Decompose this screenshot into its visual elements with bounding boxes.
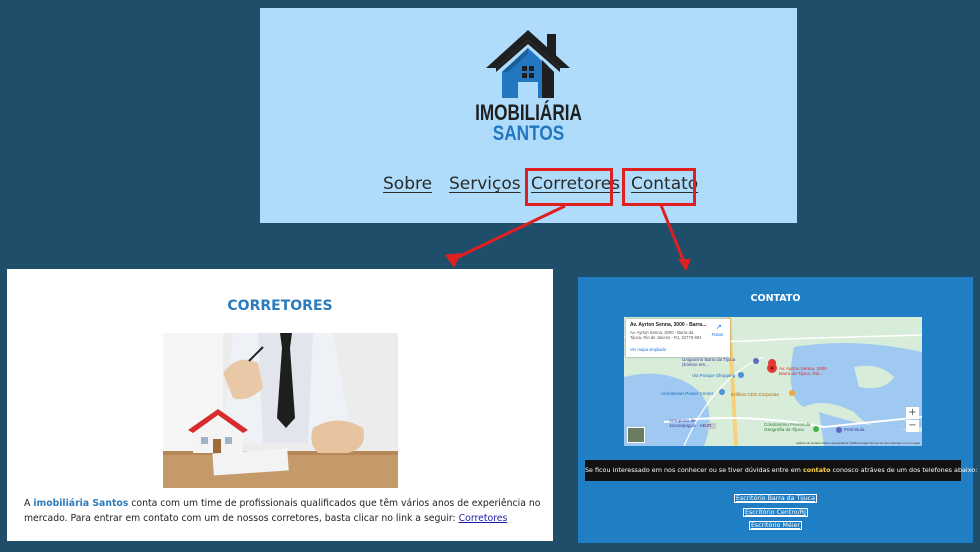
map-enlarge-link[interactable]: Ver mapa ampliado (630, 347, 666, 352)
office-link-centro[interactable]: Escritório Centro/RJ (743, 508, 808, 517)
map-card-title: Av. Ayrton Senna, 3000 - Barra... (630, 322, 707, 328)
embedded-map[interactable]: Av. Ayrton Senna, 3000 - Barra... Av. Ay… (624, 317, 922, 446)
map-label-via-parque: Via Parque Shopping (692, 373, 736, 378)
contato-title: CONTATO (750, 293, 801, 304)
office-link-row-meier: Escritório Méier (578, 521, 973, 530)
map-label-power-center: Aeroletown Power Center (661, 391, 714, 396)
map-card-address: Av. Ayrton Senna, 3000 - Barra da Tijuca… (630, 330, 702, 340)
map-satellite-toggle[interactable] (627, 427, 645, 443)
office-link-barra[interactable]: Escritório Barra da Tijuca (734, 494, 817, 503)
logo-text-santos: SANTOS (492, 122, 565, 145)
map-zoom-out-button[interactable]: − (906, 420, 919, 432)
map-label-ceo-corporate: Edifício CEO Corporate (731, 392, 779, 397)
highlight-box-corretores (525, 168, 613, 206)
map-pin-label: Av. Ayrton Senna, 3000 Barra da Tijuca, … (779, 366, 827, 376)
contato-info-bar: Se ficou interessado em nos conhecer ou … (585, 460, 977, 481)
office-link-meier[interactable]: Escritório Méier (748, 521, 803, 530)
highlight-box-contato (622, 168, 696, 206)
description-prefix: A (24, 498, 34, 509)
arrow-to-contato-head (678, 259, 691, 271)
broker-photo (163, 333, 398, 488)
corretores-description: A imobiliária Santos conta com um time d… (24, 496, 544, 526)
map-label-aeroporto: Aeroporto de Jacarepaguá - SBJR (669, 418, 712, 428)
arrow-to-corretores-head (444, 253, 461, 268)
map-label-condominio: Condomínio Península Geografia da Tijuca (764, 422, 811, 432)
map-label-peninsula: Península (844, 427, 865, 432)
contato-bar-prefix: Se ficou interessado em nos conhecer ou … (585, 466, 803, 474)
map-label-unigranrio: Unigranrio Barra da Tijuca (Ensino em... (682, 357, 736, 367)
office-link-row-centro: Escritório Centro/RJ (578, 508, 973, 517)
directions-icon[interactable]: ↗ (716, 323, 722, 331)
contato-bar-suffix: conosco atráves de um dos telefones abai… (830, 466, 978, 474)
map-place-card: Av. Ayrton Senna, 3000 - Barra... Av. Ay… (626, 319, 730, 357)
contato-section: CONTATO Av. Ayrton Senna, 3000 - Barra..… (578, 277, 977, 543)
office-link-row-barra: Escritório Barra da Tijuca (578, 494, 973, 503)
nav-servicos-link[interactable]: Serviços (449, 174, 521, 194)
map-directions-link[interactable]: Rotas (712, 332, 723, 337)
corretores-section: CORRETORES A imobiliária Santos conta co… (7, 269, 553, 541)
map-zoom-in-button[interactable]: + (906, 407, 919, 419)
contato-bar-highlight: contato (802, 466, 831, 474)
site-header-preview: IMOBILIÁRIA SANTOS Sobre Serviços Corret… (260, 8, 797, 223)
nav-sobre-link[interactable]: Sobre (383, 174, 432, 194)
brand-name: imobiliária Santos (33, 498, 129, 509)
corretores-link[interactable]: Corretores (459, 513, 508, 524)
map-attribution: Atalhos do teclado Dados cartográficos ©… (795, 441, 920, 445)
corretores-title: CORRETORES (227, 298, 333, 314)
